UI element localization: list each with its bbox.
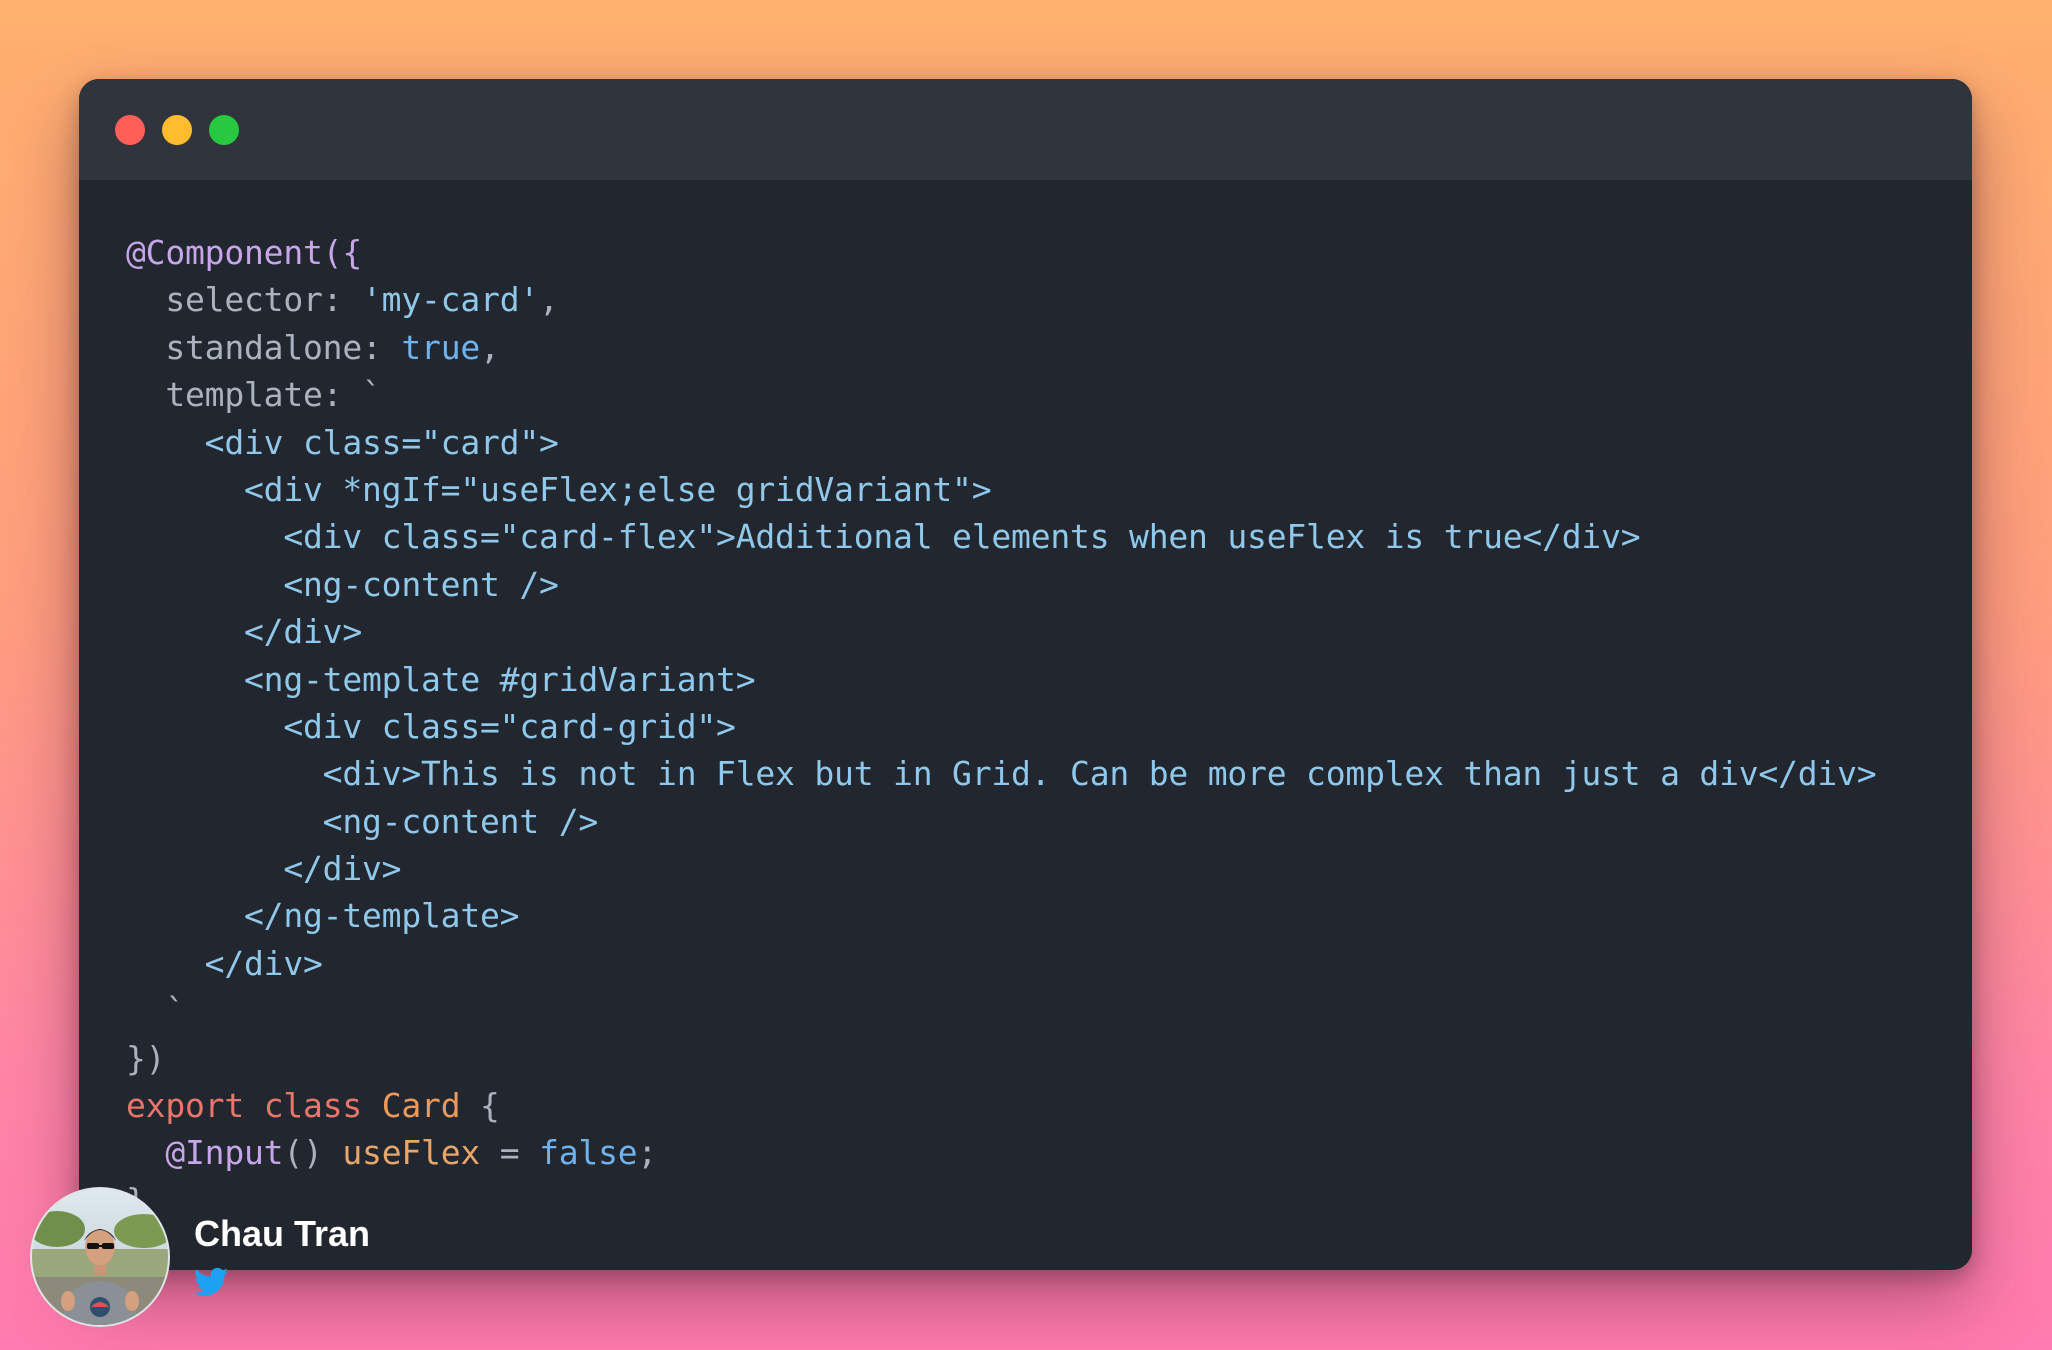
code-line: <ng-content />: [126, 798, 1956, 845]
avatar: [30, 1187, 170, 1327]
code-token: false: [539, 1133, 638, 1173]
code-block: @Component({ selector: 'my-card', standa…: [126, 229, 1956, 1269]
code-token: }): [126, 1038, 166, 1078]
code-line: <ng-content />: [126, 561, 1956, 608]
code-token: </ng-template>: [126, 896, 520, 936]
code-line: export class Card {: [126, 1082, 1956, 1129]
author-badge: Chau Tran: [30, 1187, 430, 1327]
code-line: </div>: [126, 940, 1956, 987]
code-token: <ng-template #gridVariant>: [126, 659, 756, 699]
minimize-window-button[interactable]: [162, 115, 192, 145]
code-token: Card: [381, 1086, 461, 1126]
code-line: </div>: [126, 845, 1956, 892]
code-token: selector:: [126, 280, 363, 320]
code-line: </ng-template>: [126, 892, 1956, 939]
code-token: =: [480, 1133, 540, 1173]
code-token: export: [126, 1086, 245, 1126]
code-line: `: [126, 987, 1956, 1034]
code-line: <div>This is not in Flex but in Grid. Ca…: [126, 750, 1956, 797]
code-line: <div *ngIf="useFlex;else gridVariant">: [126, 466, 1956, 513]
code-line: <ng-template #gridVariant>: [126, 656, 1956, 703]
code-line: selector: 'my-card',: [126, 276, 1956, 323]
twitter-icon[interactable]: [194, 1267, 228, 1297]
author-name: Chau Tran: [194, 1213, 371, 1254]
code-token: </div>: [126, 612, 363, 652]
code-line: }): [126, 1035, 1956, 1082]
window-titlebar: [79, 79, 1972, 180]
code-token: template: `: [126, 375, 382, 415]
code-line: @Input() useFlex = false;: [126, 1129, 1956, 1176]
code-line: <div class="card">: [126, 419, 1956, 466]
code-token: {: [460, 1086, 500, 1126]
code-token: <div *ngIf="useFlex;else gridVariant">: [126, 469, 992, 509]
code-token: <ng-content />: [126, 801, 599, 841]
code-token: ,: [539, 280, 559, 320]
code-line: @Component({: [126, 229, 1956, 276]
code-token: @Input: [126, 1133, 284, 1173]
code-token: </div>: [126, 943, 323, 983]
code-token: </div>: [126, 849, 402, 889]
code-token: useFlex: [342, 1133, 481, 1173]
close-window-button[interactable]: [115, 115, 145, 145]
code-line: </div>: [126, 608, 1956, 655]
code-line: template: `: [126, 371, 1956, 418]
code-token: ,: [480, 327, 500, 367]
code-token: (): [283, 1133, 343, 1173]
code-token: `: [126, 991, 186, 1031]
avatar-photo-icon: [32, 1189, 168, 1325]
code-token: ;: [637, 1133, 658, 1173]
code-token: standalone:: [126, 327, 402, 367]
code-token: 'my-card': [362, 280, 540, 320]
code-token: <ng-content />: [126, 564, 559, 604]
code-token: @Component({: [126, 233, 363, 272]
code-line: <div class="card-grid">: [126, 703, 1956, 750]
code-token: <div class="card-flex">Additional elemen…: [126, 517, 1641, 557]
code-line: standalone: true,: [126, 324, 1956, 371]
code-token: <div class="card">: [126, 422, 559, 462]
code-line: <div class="card-flex">Additional elemen…: [126, 513, 1956, 560]
code-token: class: [263, 1086, 363, 1126]
maximize-window-button[interactable]: [209, 115, 239, 145]
code-window: @Component({ selector: 'my-card', standa…: [79, 79, 1972, 1270]
code-token: <div>This is not in Flex but in Grid. Ca…: [126, 754, 1877, 794]
code-token: true: [401, 327, 481, 367]
code-token: <div class="card-grid">: [126, 706, 736, 746]
